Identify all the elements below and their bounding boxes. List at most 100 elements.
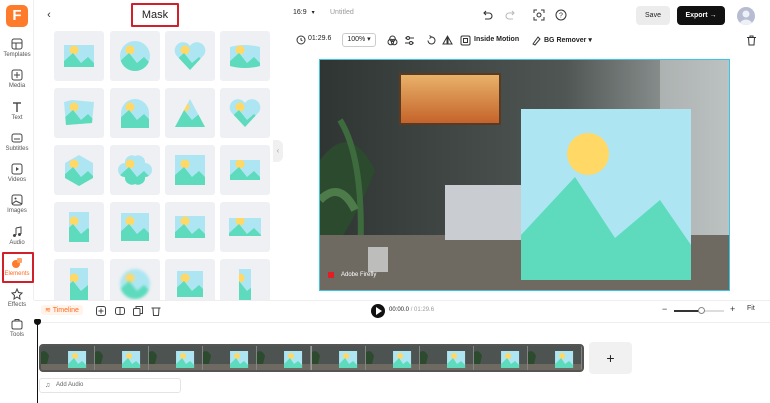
bg-remover-label: BG Remover <box>544 37 587 44</box>
rail-item-media[interactable]: Media <box>0 69 34 99</box>
text-icon <box>13 102 21 112</box>
undo-icon[interactable] <box>481 9 493 21</box>
effects-icon <box>11 288 23 300</box>
play-button[interactable] <box>371 304 385 318</box>
mask-shape-icon <box>175 216 205 238</box>
rail-item-images[interactable]: Images <box>0 194 34 224</box>
mask-tile-heart[interactable] <box>220 88 270 138</box>
rail-label: Images <box>7 208 27 214</box>
rail-item-text[interactable]: Text <box>0 101 34 131</box>
videos-icon <box>11 163 23 175</box>
color-adjust-icon[interactable] <box>387 35 398 46</box>
rail-label: Tools <box>9 332 24 338</box>
save-button[interactable]: Save <box>636 6 670 25</box>
rail-item-tools[interactable]: Tools <box>0 318 34 348</box>
mask-tile-landscape[interactable] <box>165 202 215 252</box>
clip-thumbnail <box>41 346 96 370</box>
timeline-zoom-slider[interactable] <box>674 307 724 314</box>
zoom-out-icon[interactable]: − <box>662 304 667 314</box>
mask-tile-portrait-tall[interactable] <box>54 259 104 300</box>
inside-motion-button[interactable]: Inside Motion <box>474 36 519 43</box>
mask-element-preview[interactable] <box>521 109 691 280</box>
images-icon <box>11 194 23 206</box>
rail-label: Audio <box>9 240 25 246</box>
mask-tile-portrait-small[interactable] <box>54 202 104 252</box>
avatar[interactable] <box>737 7 755 25</box>
trash-icon[interactable] <box>151 306 161 316</box>
mask-tile-blurred-circle[interactable] <box>110 259 160 300</box>
mask-tile-square[interactable] <box>110 202 160 252</box>
trash-icon[interactable] <box>746 35 757 46</box>
clip-thumbnail <box>311 346 366 370</box>
clip-thumbnail <box>527 346 582 370</box>
rotate-icon[interactable] <box>426 35 437 46</box>
add-track-icon[interactable] <box>96 306 106 316</box>
zoom-value: 100% <box>347 36 366 43</box>
mask-tile-wave-rectangle[interactable] <box>220 31 270 81</box>
flip-icon[interactable] <box>442 35 453 46</box>
mask-tile-triangle[interactable] <box>165 88 215 138</box>
mask-tile-arch[interactable] <box>110 88 160 138</box>
media-icon <box>11 69 23 81</box>
chevron-left-icon[interactable]: ‹ <box>43 9 55 21</box>
screen-capture-icon[interactable] <box>533 9 545 21</box>
mask-shape-icon <box>64 100 94 125</box>
clip-thumbnail <box>419 346 474 370</box>
duration-value[interactable]: 01:29.6 <box>308 35 331 42</box>
watermark-text: Adobe Firefly <box>341 272 377 278</box>
redo-icon[interactable] <box>505 9 517 21</box>
inside-motion-icon <box>460 35 471 46</box>
app-logo[interactable]: F <box>6 5 28 27</box>
zoom-slider-handle[interactable] <box>698 307 705 314</box>
tab-timeline[interactable]: ≋ Timeline <box>41 305 83 315</box>
mask-shape-icon <box>229 99 261 128</box>
zoom-select[interactable]: 100% ▾ <box>342 33 376 47</box>
aspect-ratio-value: 16:9 <box>293 9 307 16</box>
rail-item-subtitles[interactable]: Subtitles <box>0 132 34 162</box>
playhead[interactable] <box>37 320 38 403</box>
annotation-highlight <box>131 3 179 27</box>
mask-tile-circle[interactable] <box>110 31 160 81</box>
rail-item-effects[interactable]: Effects <box>0 288 34 318</box>
chevron-down-icon: ▾ <box>367 36 371 43</box>
mask-shape-icon <box>174 42 206 71</box>
rail-item-templates[interactable]: Templates <box>0 38 34 68</box>
mask-tile-square-short[interactable] <box>220 145 270 195</box>
mask-tile-rectangle[interactable] <box>54 31 104 81</box>
add-clip-button[interactable]: + <box>589 342 632 374</box>
mask-tile-narrow-tall[interactable] <box>220 259 270 300</box>
tools-icon <box>11 319 23 330</box>
playhead-handle[interactable] <box>34 319 41 325</box>
mask-tile-square-small[interactable] <box>165 259 215 300</box>
rail-label: Effects <box>7 302 27 308</box>
mask-shape-icon <box>64 45 94 67</box>
add-audio-button[interactable]: ♫ Add Audio <box>39 378 181 393</box>
scene-image <box>320 60 729 290</box>
video-track[interactable] <box>39 344 584 372</box>
video-canvas[interactable] <box>319 59 730 291</box>
sliders-icon[interactable] <box>404 35 415 46</box>
top-bar: 16:9 ▾ Untitled ? Save Export → <box>283 0 770 30</box>
split-icon[interactable] <box>115 306 125 316</box>
mask-tile-hexagon[interactable] <box>54 145 104 195</box>
aspect-ratio-select[interactable]: 16:9 ▾ <box>293 9 315 16</box>
export-button[interactable]: Export → <box>677 6 725 25</box>
collapse-panel-handle[interactable]: ‹ <box>273 140 283 162</box>
duplicate-icon[interactable] <box>133 306 143 316</box>
mask-tile-rectangle-frame[interactable] <box>54 88 104 138</box>
zoom-in-icon[interactable]: + <box>730 304 735 314</box>
mask-shape-icon <box>177 271 203 297</box>
help-icon[interactable]: ? <box>555 9 567 21</box>
mask-tile-landscape-wide[interactable] <box>220 202 270 252</box>
mask-tile-heart[interactable] <box>165 31 215 81</box>
mask-tile-square-tall[interactable] <box>165 145 215 195</box>
export-label: Export <box>685 12 708 19</box>
document-title[interactable]: Untitled <box>330 9 354 16</box>
clip-thumbnail <box>257 346 312 370</box>
mask-shape-icon <box>230 45 260 68</box>
mask-shape-icon <box>70 268 88 300</box>
mask-tile-flower[interactable] <box>110 145 160 195</box>
fit-button[interactable]: Fit <box>747 305 755 312</box>
bg-remover-button[interactable]: BG Remover ▾ <box>544 36 592 44</box>
rail-item-videos[interactable]: Videos <box>0 163 34 193</box>
